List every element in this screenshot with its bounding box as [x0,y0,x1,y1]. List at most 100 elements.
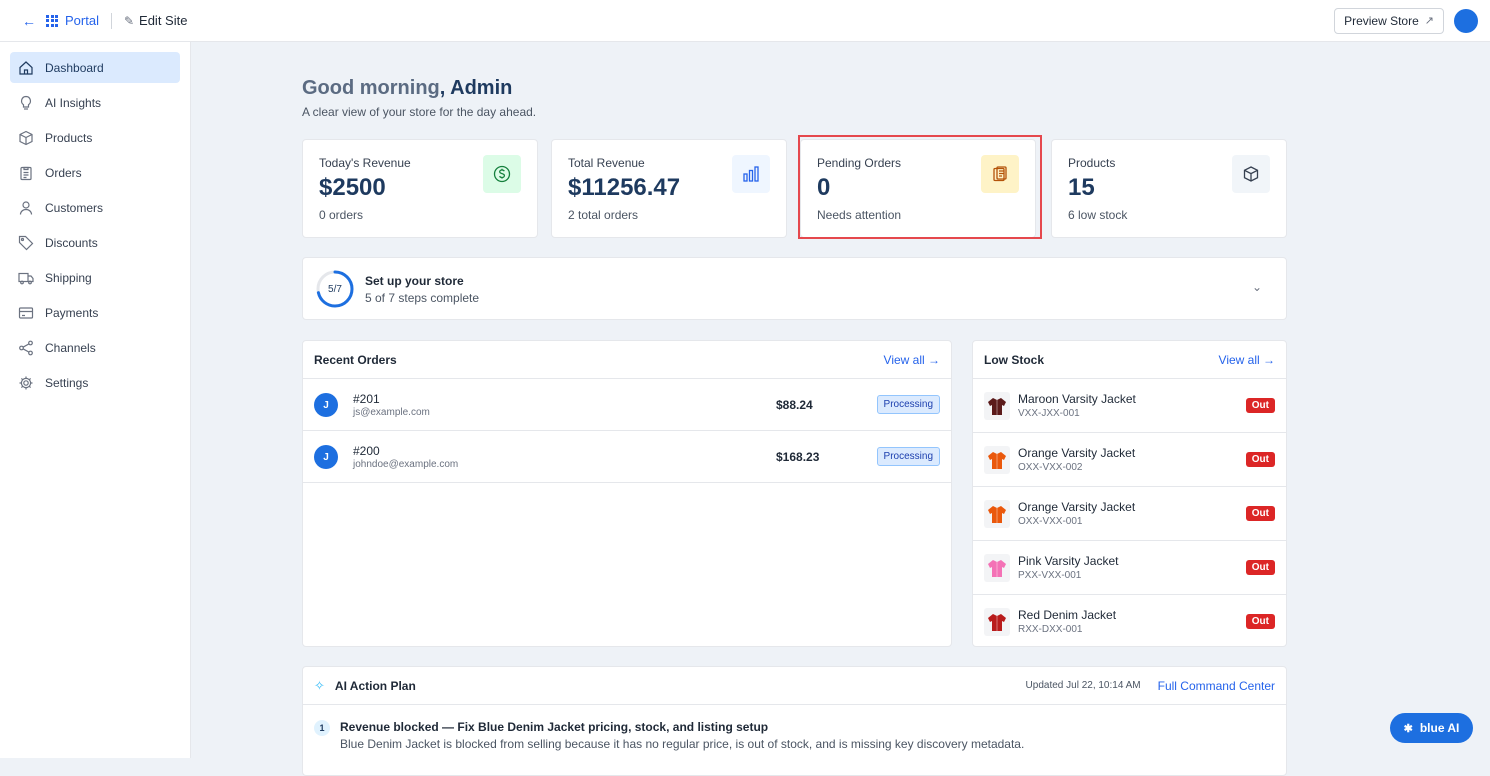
setup-title: Set up your store [365,274,464,288]
dollar-icon [483,155,521,193]
sidebar-item-discounts[interactable]: Discounts [10,227,180,258]
action-title[interactable]: Revenue blocked — Fix Blue Denim Jacket … [340,720,768,734]
sidebar-item-label: Settings [45,375,89,390]
status-badge: Out [1245,398,1275,413]
grid-icon[interactable] [46,14,58,27]
stat-card-todays-revenue[interactable]: Today's Revenue $2500 0 orders [302,139,538,238]
table-row[interactable]: J #201 js@example.com $88.24 Processing [303,379,951,431]
list-item[interactable]: Orange Varsity Jacket OXX-VXX-001 Out [973,487,1286,541]
product-sku: OXX-VXX-002 [1018,462,1083,473]
order-amount: $168.23 [776,450,820,464]
view-all-stock-link[interactable]: View all → [1219,353,1275,367]
table-row[interactable]: J #200 johndoe@example.com $168.23 Proce… [303,431,951,483]
low-stock-panel: Low Stock View all → Maroon Varsity Jack… [972,340,1287,647]
divider [110,12,112,29]
share-icon [19,340,33,355]
main-content: Good morning, Admin A clear view of your… [192,43,1490,776]
list-item[interactable]: Pink Varsity Jacket PXX-VXX-001 Out [973,541,1286,595]
product-thumbnail [984,500,1010,528]
stat-card-total-revenue[interactable]: Total Revenue $11256.47 2 total orders [551,139,787,238]
sidebar-item-customers[interactable]: Customers [10,192,180,223]
product-name: Orange Varsity Jacket [1018,446,1136,460]
edit-site-link[interactable]: Edit Site [139,13,187,28]
external-link-icon: ↗ [1424,15,1434,27]
sidebar-item-label: AI Insights [45,95,102,110]
sidebar-item-label: Dashboard [45,60,104,75]
arrow-left-icon[interactable]: ← [22,13,36,29]
product-sku: VXX-JXX-001 [1018,408,1080,419]
sidebar-item-ai-insights[interactable]: AI Insights [10,87,180,118]
progress-text: 5/7 [328,283,342,295]
sidebar-item-orders[interactable]: Orders [10,157,180,188]
sidebar-item-channels[interactable]: Channels [10,332,180,363]
preview-store-button[interactable]: Preview Store ↗ [1334,7,1444,34]
order-id: #200 [353,444,380,458]
panel-title: Recent Orders [314,352,397,367]
stat-sub: 2 total orders [568,208,639,222]
sidebar-item-shipping[interactable]: Shipping [10,262,180,293]
list-item[interactable]: Maroon Varsity Jacket VXX-JXX-001 Out [973,379,1286,433]
stat-card-pending-orders[interactable]: Pending Orders 0 Needs attention [800,139,1036,238]
top-bar: ← Portal ✎ Edit Site Preview Store ↗ [0,0,1490,42]
sidebar-item-label: Shipping [45,270,92,285]
sidebar-item-payments[interactable]: Payments [10,297,180,328]
page-subtitle: A clear view of your store for the day a… [302,105,537,119]
clipboard-icon [20,166,32,180]
lightbulb-icon [20,95,32,110]
gear-icon [19,376,33,389]
avatar: J [314,445,338,469]
box-icon [1232,155,1270,193]
product-thumbnail [984,608,1010,636]
stat-card-products[interactable]: Products 15 6 low stock [1051,139,1287,238]
sidebar-item-label: Products [45,130,93,145]
blue-ai-button[interactable]: ✱ blue AI [1390,713,1473,743]
sidebar-item-label: Payments [45,305,99,320]
chevron-down-icon[interactable]: ⌄ [1252,280,1262,294]
updated-timestamp: Updated Jul 22, 10:14 AM [1025,680,1141,691]
stat-sub: Needs attention [817,208,902,222]
full-command-center-link[interactable]: Full Command Center [1158,679,1275,693]
tag-icon [18,235,34,250]
panel-title: AI Action Plan [334,678,416,693]
pencil-icon: ✎ [123,13,135,28]
sidebar: Dashboard AI Insights Products Orders Cu… [0,42,191,758]
product-thumbnail [984,554,1010,582]
user-icon [19,200,33,215]
greeting-prefix: Good morning [302,77,440,99]
truck-icon [18,272,34,284]
sidebar-item-dashboard[interactable]: Dashboard [10,52,180,83]
status-badge: Out [1245,560,1275,575]
list-item[interactable]: Orange Varsity Jacket OXX-VXX-002 Out [973,433,1286,487]
sidebar-item-label: Customers [45,200,104,215]
order-amount: $88.24 [776,398,813,412]
sidebar-item-settings[interactable]: Settings [10,367,180,398]
panel-title: Low Stock [984,352,1045,367]
clipboard-icon [981,155,1019,193]
step-number: 1 [314,720,330,736]
blue-ai-label: blue AI [1419,721,1460,735]
preview-store-label: Preview Store [1344,13,1419,28]
product-thumbnail [984,392,1010,420]
product-sku: OXX-VXX-001 [1018,516,1083,527]
setup-store-panel[interactable]: 5/7 Set up your store 5 of 7 steps compl… [302,257,1287,320]
sidebar-item-products[interactable]: Products [10,122,180,153]
product-sku: RXX-DXX-001 [1018,624,1083,635]
greeting-name: , Admin [439,77,513,99]
status-badge: Processing [876,447,940,466]
product-sku: PXX-VXX-001 [1018,570,1082,581]
status-badge: Processing [876,395,940,414]
product-name: Orange Varsity Jacket [1018,500,1136,514]
view-all-orders-link[interactable]: View all → [884,353,940,367]
product-name: Red Denim Jacket [1018,608,1117,622]
stat-sub: 0 orders [319,208,364,222]
action-description: Blue Denim Jacket is blocked from sellin… [340,737,1025,751]
user-avatar[interactable] [1454,8,1478,33]
product-thumbnail [984,446,1010,474]
order-email: js@example.com [353,407,430,418]
list-item[interactable]: Red Denim Jacket RXX-DXX-001 Out [973,595,1286,649]
recent-orders-panel: Recent Orders View all → J #201 js@examp… [302,340,952,647]
sparkle-icon: ✱ [1403,722,1413,735]
status-badge: Out [1245,506,1275,521]
portal-link[interactable]: Portal [65,13,99,28]
credit-card-icon [18,306,34,319]
